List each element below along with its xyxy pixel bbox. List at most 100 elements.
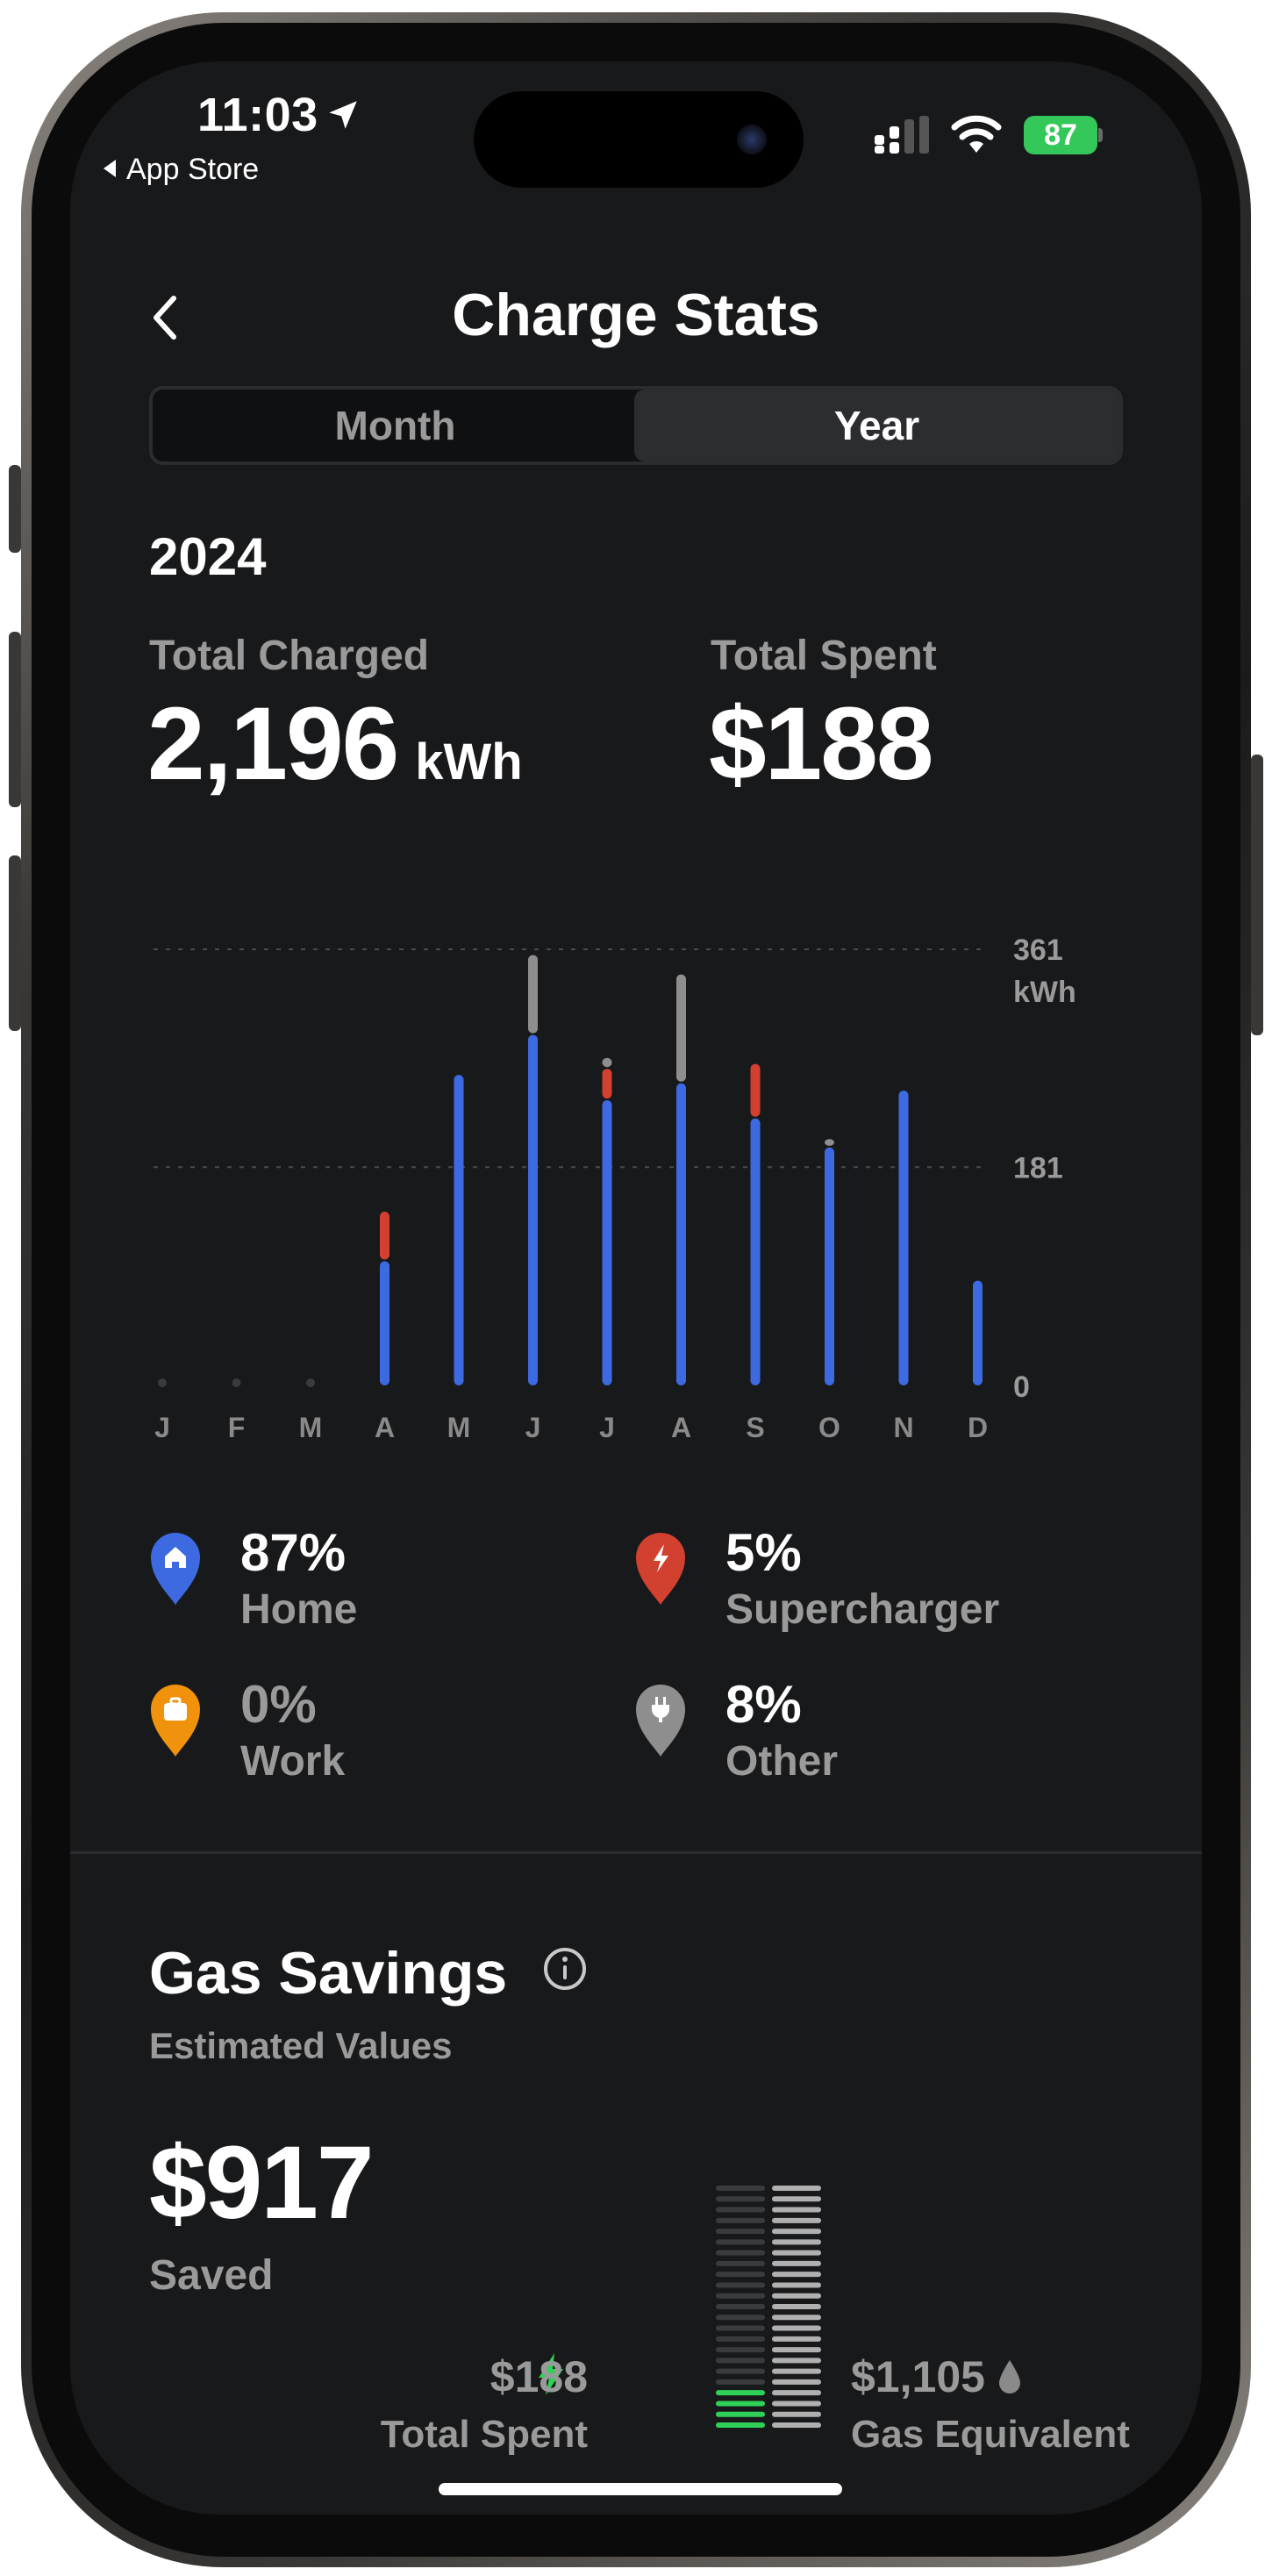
spent-bar-empty	[716, 2315, 765, 2321]
spent-bar-empty	[716, 2250, 765, 2256]
y-unit-label: kWh	[1013, 976, 1076, 1009]
legend-label: Other	[725, 1738, 839, 1785]
screen: 11:03 App Store 87 Charge Stats Month Ye…	[70, 61, 1202, 2515]
y-tick-label: 0	[1013, 1370, 1030, 1404]
spent-bar-segment	[716, 2411, 765, 2417]
spent-bar-empty	[716, 2325, 765, 2331]
total-spent-label: Total Spent	[711, 633, 937, 679]
bar-home-6	[528, 1034, 538, 1385]
x-tick-label: J	[154, 1412, 170, 1443]
saved-value: $917	[149, 2125, 375, 2241]
battery-indicator: 87	[1024, 116, 1103, 154]
section-divider	[70, 1851, 1202, 1854]
wifi-icon	[951, 115, 1002, 153]
x-tick-label: A	[671, 1412, 691, 1443]
gas-bar-segment	[772, 2304, 821, 2309]
legend-label: Home	[240, 1586, 358, 1633]
x-tick-label: O	[818, 1412, 840, 1443]
bar-home-9	[750, 1118, 761, 1385]
x-tick-label: J	[525, 1412, 541, 1443]
bar-home-5	[454, 1075, 464, 1385]
gas-bar-segment	[772, 2358, 821, 2364]
battery-level: 87	[1024, 116, 1097, 154]
spent-bar-segment	[716, 2401, 765, 2407]
spent-bar-empty	[716, 2239, 765, 2245]
gas-bar-segment	[772, 2186, 821, 2191]
legend-percent: 0%	[240, 1675, 317, 1734]
x-tick-label: S	[746, 1412, 764, 1443]
x-tick-label: N	[893, 1412, 913, 1443]
bar-home-12	[973, 1280, 983, 1385]
total-charged-unit: kWh	[415, 733, 523, 791]
spent-bar-empty	[716, 2207, 765, 2213]
saved-label: Saved	[149, 2252, 274, 2299]
x-tick-label: M	[447, 1412, 471, 1443]
page-title: Charge Stats	[452, 282, 820, 348]
legend-percent: 5%	[725, 1523, 802, 1582]
gas-bar-segment	[772, 2325, 821, 2331]
bar-home-10	[825, 1147, 834, 1385]
legend-label: Supercharger	[725, 1586, 1000, 1633]
home-pin-icon	[151, 1533, 200, 1605]
y-tick-label: 361	[1013, 934, 1063, 967]
fuel-drop-icon	[999, 2360, 1020, 2394]
legend-percent: 87%	[240, 1523, 347, 1582]
battery-nub	[1098, 128, 1103, 142]
spent-bar-empty	[716, 2293, 765, 2299]
spent-bar-empty	[716, 2358, 765, 2364]
segment-year[interactable]: Year	[634, 390, 1119, 462]
total-charged-value: 2,196 kWh	[147, 684, 523, 804]
spent-bar-empty	[716, 2196, 765, 2202]
bar-other-6	[528, 955, 538, 1034]
gas-bar-segment	[772, 2229, 821, 2235]
bar-supercharger-4	[380, 1211, 389, 1260]
info-icon[interactable]	[542, 1946, 588, 1992]
spent-bar-empty	[716, 2260, 765, 2266]
empty-bar-dot	[158, 1378, 167, 1387]
gas-bar-segment	[772, 2207, 821, 2213]
gas-bar-segment	[772, 2250, 821, 2256]
empty-bar-dot	[232, 1378, 241, 1387]
status-time: 11:03	[197, 89, 318, 141]
gas-bar-segment	[772, 2336, 821, 2342]
spent-bar-empty	[716, 2379, 765, 2385]
briefcase-pin-icon	[151, 1685, 200, 1757]
legend-label: Work	[240, 1738, 346, 1785]
gas-total-spent-value: $188	[490, 2352, 588, 2401]
total-spent-value: $188	[709, 686, 934, 802]
empty-bar-dot	[306, 1378, 315, 1387]
bar-supercharger-7	[602, 1069, 612, 1099]
back-triangle-icon	[104, 160, 116, 177]
gas-bar-segment	[772, 2239, 821, 2245]
bar-home-7	[602, 1100, 612, 1385]
spent-bar-empty	[716, 2336, 765, 2342]
volume-down-button	[9, 855, 21, 1031]
volume-up-button	[9, 632, 21, 807]
bar-home-4	[380, 1261, 389, 1385]
gas-bar-segment	[772, 2315, 821, 2321]
gas-bar-segment	[772, 2347, 821, 2353]
back-app-label: App Store	[126, 153, 260, 186]
y-tick-label: 181	[1013, 1151, 1063, 1184]
x-tick-label: F	[228, 1412, 246, 1443]
gas-bar-segment	[772, 2217, 821, 2223]
bar-other-7	[602, 1057, 612, 1068]
gas-savings-title: Gas Savings	[149, 1940, 508, 2007]
gas-equivalent-value: $1,105	[851, 2352, 985, 2401]
spent-bar-empty	[716, 2217, 765, 2223]
gas-bar-segment	[772, 2401, 821, 2407]
gas-bar-segment	[772, 2196, 821, 2202]
gas-bar-segment	[772, 2260, 821, 2266]
dynamic-island	[474, 91, 804, 188]
cellular-signal-icon	[875, 116, 929, 154]
back-to-app-store-link[interactable]: App Store	[104, 153, 259, 187]
gas-bar-segment	[772, 2272, 821, 2278]
gas-bar-segment	[772, 2282, 821, 2288]
power-button	[1251, 755, 1263, 1035]
bar-other-8	[676, 974, 686, 1082]
x-tick-label: J	[599, 1412, 615, 1443]
spent-bar-segment	[716, 2390, 765, 2396]
home-indicator[interactable]	[439, 2483, 842, 2495]
bar-home-11	[898, 1091, 909, 1385]
segment-month[interactable]: Month	[153, 390, 638, 462]
